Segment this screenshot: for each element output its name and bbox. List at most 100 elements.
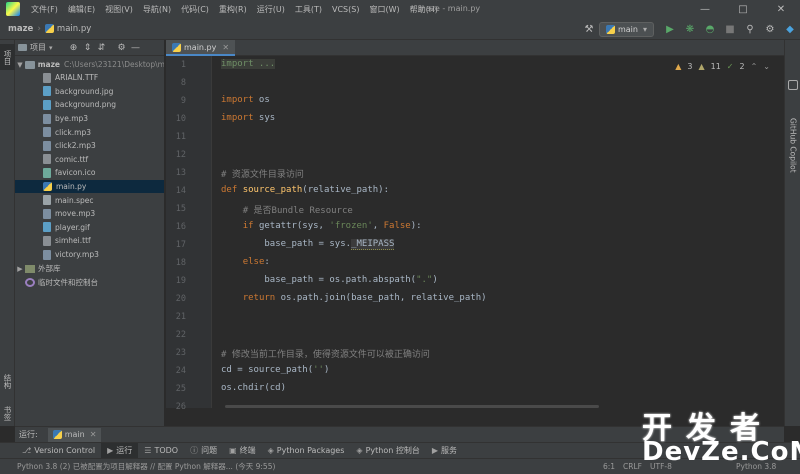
line-number: 26 xyxy=(175,402,186,412)
file-encoding[interactable]: UTF-8 xyxy=(650,462,672,471)
tool-tab-run[interactable]: ▶ 运行 xyxy=(101,442,139,459)
pycharm-logo-icon[interactable] xyxy=(6,2,20,16)
tree-file-item[interactable]: main.spec xyxy=(15,193,164,207)
code-editor[interactable]: ▲ 3 ▲ 11 ✓ 2 ⌃ ⌄ import ... import os impor… xyxy=(212,56,784,408)
run-panel-header: 运行: main ✕ xyxy=(15,426,784,442)
tool-tab-terminal[interactable]: ▣ 终端 xyxy=(223,443,262,459)
file-icon xyxy=(43,113,51,124)
breadcrumb-separator-icon: › xyxy=(37,23,41,34)
menu-window[interactable]: 窗口(W) xyxy=(364,4,404,15)
hammer-build-icon[interactable]: ⚒ xyxy=(580,20,598,38)
tool-tab-todo[interactable]: ☰ TODO xyxy=(138,443,184,459)
status-message[interactable]: Python 3.8 (2) 已被配置为项目解释器 // 配置 Python 解… xyxy=(17,461,275,472)
tree-file-item[interactable]: victory.mp3 xyxy=(15,248,164,262)
tool-tab-python-console[interactable]: ◈ Python 控制台 xyxy=(350,443,425,459)
run-configuration-select[interactable]: main ▾ xyxy=(598,21,654,37)
code-text: os xyxy=(253,95,270,105)
tool-tab-version-control[interactable]: ⎇ Version Control xyxy=(16,443,101,459)
maximize-icon[interactable]: □ xyxy=(724,0,762,18)
tree-file-item[interactable]: favicon.ico xyxy=(15,166,164,180)
tool-tab-services[interactable]: ▶ 服务 xyxy=(426,443,463,459)
project-panel-title[interactable]: 项目 xyxy=(30,42,46,53)
expand-all-icon[interactable]: ⇕ xyxy=(81,41,95,55)
close-window-icon[interactable]: ✕ xyxy=(762,0,800,18)
close-tab-icon[interactable]: ✕ xyxy=(222,43,229,52)
chevron-down-icon[interactable]: ▾ xyxy=(49,44,53,52)
project-tool-tab[interactable]: 项目 xyxy=(0,44,15,70)
menu-tools[interactable]: 工具(T) xyxy=(290,4,327,15)
tree-file-item[interactable]: background.jpg xyxy=(15,85,164,99)
code-line-25: os.chdir(cd) xyxy=(221,383,286,393)
locate-target-icon[interactable]: ⊕ xyxy=(67,41,81,55)
tree-file-item[interactable]: comic.ttf xyxy=(15,153,164,167)
github-copilot-tab[interactable]: GitHub Copilot xyxy=(785,100,800,190)
python-icon xyxy=(52,430,62,439)
tree-file-item[interactable]: ARIALN.TTF xyxy=(15,71,164,85)
tree-file-item[interactable]: bye.mp3 xyxy=(15,112,164,126)
tree-file-item[interactable]: player.gif xyxy=(15,221,164,235)
code-line-19: base_path = os.path.abspath(".") xyxy=(221,275,437,285)
line-number: 21 xyxy=(175,312,186,322)
code-text: , xyxy=(372,221,384,231)
hide-panel-icon[interactable]: — xyxy=(129,41,143,55)
tool-tab-python-packages[interactable]: ◈ Python Packages xyxy=(262,443,351,459)
inspection-widget[interactable]: ▲ 3 ▲ 11 ✓ 2 ⌃ ⌄ xyxy=(675,62,770,71)
interpreter-selector[interactable]: Python 3.8 xyxy=(736,462,776,471)
breadcrumb-file[interactable]: main.py xyxy=(57,24,91,34)
structure-tool-tab[interactable]: 结构 xyxy=(0,370,15,392)
chevron-up-icon[interactable]: ⌃ xyxy=(751,62,758,71)
file-name: move.mp3 xyxy=(55,209,96,219)
chevron-right-icon[interactable]: ▶ xyxy=(15,265,25,273)
breadcrumb-project[interactable]: maze xyxy=(8,24,33,34)
chevron-down-icon[interactable]: ▼ xyxy=(15,61,25,69)
tree-scratches[interactable]: 临时文件和控制台 xyxy=(15,276,164,290)
code-line-1: import ... xyxy=(221,59,276,69)
folder-icon xyxy=(24,60,35,69)
tree-file-item[interactable]: click.mp3 xyxy=(15,125,164,139)
menu-file[interactable]: 文件(F) xyxy=(26,4,63,15)
minimize-icon[interactable]: — xyxy=(686,0,724,18)
menu-refactor[interactable]: 重构(R) xyxy=(214,4,252,15)
caret-position[interactable]: 6:1 xyxy=(603,462,615,471)
stop-icon[interactable]: ■ xyxy=(721,20,739,38)
code-line-20: return os.path.join(base_path, relative_… xyxy=(221,293,487,303)
line-number: 19 xyxy=(175,276,186,286)
menu-navigate[interactable]: 导航(N) xyxy=(138,4,176,15)
debug-icon[interactable]: ❋ xyxy=(681,20,699,38)
collapse-all-icon[interactable]: ⇵ xyxy=(95,41,109,55)
bookmarks-tool-tab[interactable]: 书签 xyxy=(0,402,15,424)
tree-file-item[interactable]: move.mp3 xyxy=(15,207,164,221)
settings-gear-icon[interactable]: ⚙ xyxy=(115,41,129,55)
tree-file-item[interactable]: main.py xyxy=(15,179,164,194)
jetbrains-toolbox-icon[interactable]: ◆ xyxy=(781,20,799,38)
run-icon[interactable]: ▶ xyxy=(661,20,679,38)
settings-gear-icon[interactable]: ⚙ xyxy=(761,20,779,38)
folded-imports[interactable]: import ... xyxy=(221,59,276,69)
code-line-18: else: xyxy=(221,257,270,267)
menu-run[interactable]: 运行(U) xyxy=(252,4,290,15)
menu-view[interactable]: 视图(V) xyxy=(100,4,138,15)
tree-file-item[interactable]: background.png xyxy=(15,98,164,112)
tab-main-py[interactable]: main.py ✕ xyxy=(166,40,236,56)
menu-code[interactable]: 代码(C) xyxy=(176,4,214,15)
menu-vcs[interactable]: VCS(S) xyxy=(327,5,364,14)
line-separator[interactable]: CRLF xyxy=(623,462,642,471)
file-name: ARIALN.TTF xyxy=(55,73,99,83)
search-everywhere-icon[interactable]: ⚲ xyxy=(741,20,759,38)
tree-root-maze[interactable]: ▼ maze C:\Users\23121\Desktop\m xyxy=(15,58,164,72)
chevron-down-icon[interactable]: ⌄ xyxy=(763,62,770,71)
notifications-icon[interactable] xyxy=(788,80,798,90)
run-tab-main[interactable]: main ✕ xyxy=(47,427,102,442)
typo-check-icon: ✓ xyxy=(726,62,734,71)
code-text: (relative_path): xyxy=(302,185,389,195)
tool-tab-problems[interactable]: ⓘ 问题 xyxy=(184,443,223,459)
tree-external-libraries[interactable]: ▶ 外部库 xyxy=(15,262,164,276)
highlighted-reference[interactable]: _MEIPASS xyxy=(351,239,395,250)
coverage-icon[interactable]: ◓ xyxy=(701,20,719,38)
tree-file-item[interactable]: simhei.ttf xyxy=(15,234,164,248)
menu-edit[interactable]: 编辑(E) xyxy=(63,4,100,15)
tool-window-bar: ⎇ Version Control ▶ 运行 ☰ TODO ⓘ 问题 ▣ 终端 ◈ Pyth… xyxy=(0,442,800,459)
tree-file-item[interactable]: click2.mp3 xyxy=(15,139,164,153)
close-tab-icon[interactable]: ✕ xyxy=(90,430,97,439)
horizontal-scrollbar[interactable] xyxy=(225,405,599,408)
